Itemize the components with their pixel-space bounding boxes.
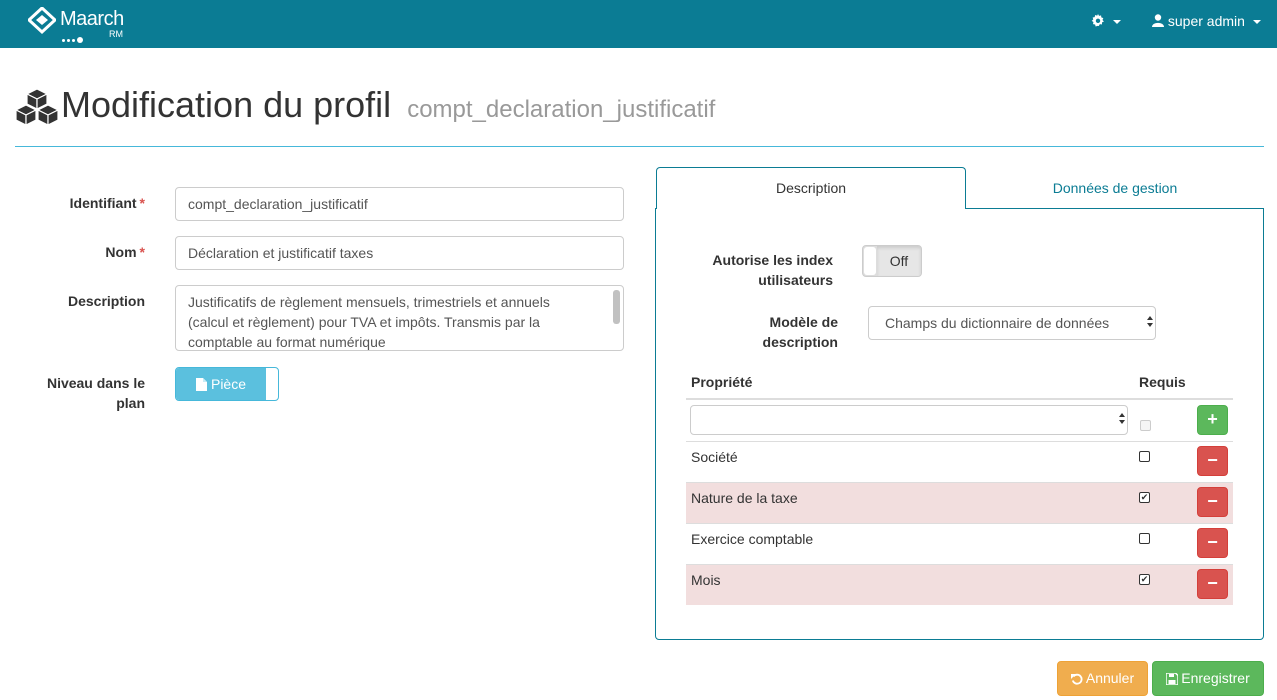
user-menu[interactable]: super admin	[1152, 13, 1261, 35]
model-label: Modèle de description	[762, 314, 838, 350]
table-row: Exercice comptable −	[686, 523, 1233, 564]
save-label: Enregistrer	[1181, 670, 1250, 686]
user-icon	[1152, 14, 1164, 27]
page-title-text: Modification du profil	[61, 84, 392, 125]
required-checkbox[interactable]	[1139, 451, 1150, 462]
page-subtitle: compt_declaration_justificatif	[407, 96, 716, 123]
brand-sub: RM	[109, 29, 123, 39]
floppy-icon	[1165, 672, 1180, 686]
name-label: Nom *	[105, 244, 145, 260]
cancel-button[interactable]: Annuler	[1057, 661, 1148, 696]
switch-state: Off	[877, 246, 921, 276]
table-row: Société −	[686, 441, 1233, 482]
select-arrow-icon	[1147, 312, 1153, 332]
model-select-value: Champs du dictionnaire de données	[885, 315, 1110, 331]
level-value: Pièce	[210, 376, 247, 392]
cancel-label: Annuler	[1085, 670, 1135, 686]
user-index-switch[interactable]: Off	[862, 245, 922, 277]
col-header-required: Requis	[1139, 374, 1186, 390]
gear-icon	[1091, 14, 1104, 27]
table-row: Nature de la taxe ✔ −	[686, 482, 1233, 523]
settings-menu[interactable]	[1091, 13, 1127, 35]
chevron-down-icon	[1252, 20, 1261, 25]
select-arrow-icon	[1119, 409, 1125, 429]
remove-property-button[interactable]: −	[1197, 487, 1228, 517]
navbar: Maarch RM super admin	[0, 0, 1277, 48]
brand-dots	[62, 31, 92, 44]
brand-name: Maarch	[60, 8, 124, 30]
model-select[interactable]: Champs du dictionnaire de données	[868, 306, 1156, 340]
required-mark: *	[139, 195, 145, 211]
user-index-label: Autorise les index utilisateurs	[712, 252, 833, 288]
required-checkbox-checked[interactable]: ✔	[1139, 492, 1150, 503]
textarea-scrollbar[interactable]	[613, 290, 620, 324]
property-name: Mois	[691, 572, 721, 588]
description-label: Description	[67, 293, 145, 309]
new-property-select[interactable]	[690, 405, 1128, 435]
property-name: Exercice comptable	[691, 531, 814, 547]
level-option-selected[interactable]: Pièce	[176, 368, 266, 400]
property-name: Société	[691, 449, 738, 465]
col-header-property: Propriété	[691, 374, 753, 390]
table-row: Mois ✔ −	[686, 564, 1233, 605]
cubes-icon	[15, 88, 59, 126]
header-divider	[15, 146, 1264, 147]
remove-property-button[interactable]: −	[1197, 446, 1228, 476]
required-mark: *	[139, 244, 145, 260]
level-label: Niveau dans le plan	[46, 375, 145, 411]
required-checkbox-checked[interactable]: ✔	[1139, 574, 1150, 585]
name-input[interactable]: Déclaration et justificatif taxes	[175, 236, 624, 270]
identifier-label: Identifiant *	[69, 195, 145, 211]
description-textarea[interactable]: Justificatifs de règlement mensuels, tri…	[175, 285, 624, 351]
undo-icon	[1070, 673, 1083, 685]
new-property-required-checkbox	[1140, 420, 1151, 431]
maarch-logo-icon	[28, 7, 56, 35]
chevron-down-icon	[1112, 20, 1121, 25]
tab-description[interactable]: Description	[656, 167, 966, 209]
save-button[interactable]: Enregistrer	[1152, 661, 1264, 696]
table-header-divider	[686, 398, 1233, 400]
brand-logo[interactable]: Maarch RM	[28, 7, 138, 44]
required-checkbox[interactable]	[1139, 533, 1150, 544]
user-name: super admin	[1167, 13, 1245, 29]
switch-knob	[864, 247, 876, 275]
property-name: Nature de la taxe	[691, 490, 798, 506]
remove-property-button[interactable]: −	[1197, 569, 1228, 599]
level-toggle[interactable]: Pièce	[175, 367, 279, 401]
identifier-input[interactable]: compt_declaration_justificatif	[175, 187, 624, 221]
tab-donnees-gestion[interactable]: Données de gestion	[966, 167, 1264, 209]
file-icon	[195, 378, 207, 391]
page-title: Modification du profil compt_declaration…	[61, 84, 715, 126]
add-property-button[interactable]: +	[1197, 405, 1228, 435]
remove-property-button[interactable]: −	[1197, 528, 1228, 558]
